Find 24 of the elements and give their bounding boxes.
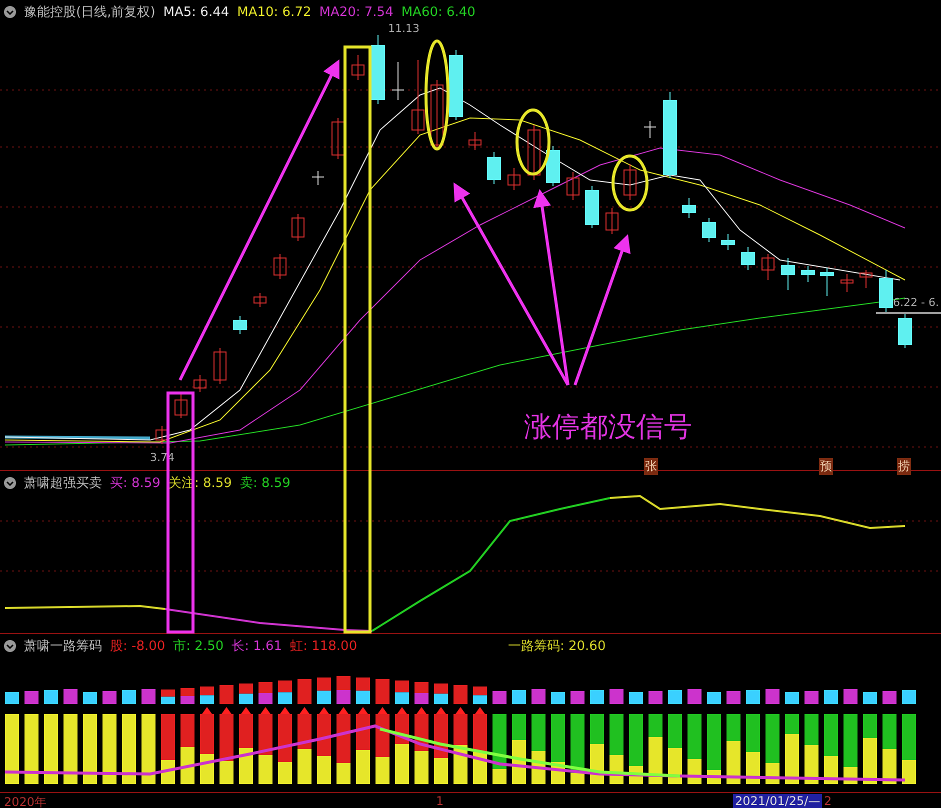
panel-title: 豫能控股(日线,前复权) — [24, 4, 156, 21]
indicator-value: 长: 1.61 — [232, 638, 282, 655]
high-price-label: 11.13 — [388, 22, 420, 35]
indicator-value: MA5: 6.44 — [163, 4, 230, 20]
indicator-value: 买: 8.59 — [110, 475, 160, 492]
indicator-value: 卖: 8.59 — [240, 475, 290, 492]
axis-label: 2 — [823, 794, 833, 808]
panel-title: 萧啸超强买卖 — [24, 475, 102, 492]
last-price-label: 6.22 - 6. — [893, 296, 939, 309]
indicator-value: 股: -8.00 — [110, 638, 166, 655]
indicator-value: 市: 2.50 — [173, 638, 224, 655]
indicator-value: MA20: 7.54 — [319, 4, 394, 20]
axis-label: 2021/01/25/— — [733, 794, 822, 808]
indicator-value: MA10: 6.72 — [237, 4, 312, 20]
indicator-value: 虹: 118.00 — [290, 638, 358, 655]
signal-label: 捞 — [897, 458, 911, 475]
summary-value: 一路筹码: 20.60 — [508, 638, 606, 655]
axis-label: 1 — [435, 794, 445, 808]
indicator-value: MA60: 6.40 — [401, 4, 476, 20]
annotation-text: 涨停都没信号 — [524, 409, 692, 445]
signal-label: 预 — [819, 458, 833, 475]
panel-title: 萧啸一路筹码 — [24, 638, 102, 655]
signal-label: 张 — [644, 458, 658, 475]
axis-label: 2020年 — [3, 794, 48, 808]
